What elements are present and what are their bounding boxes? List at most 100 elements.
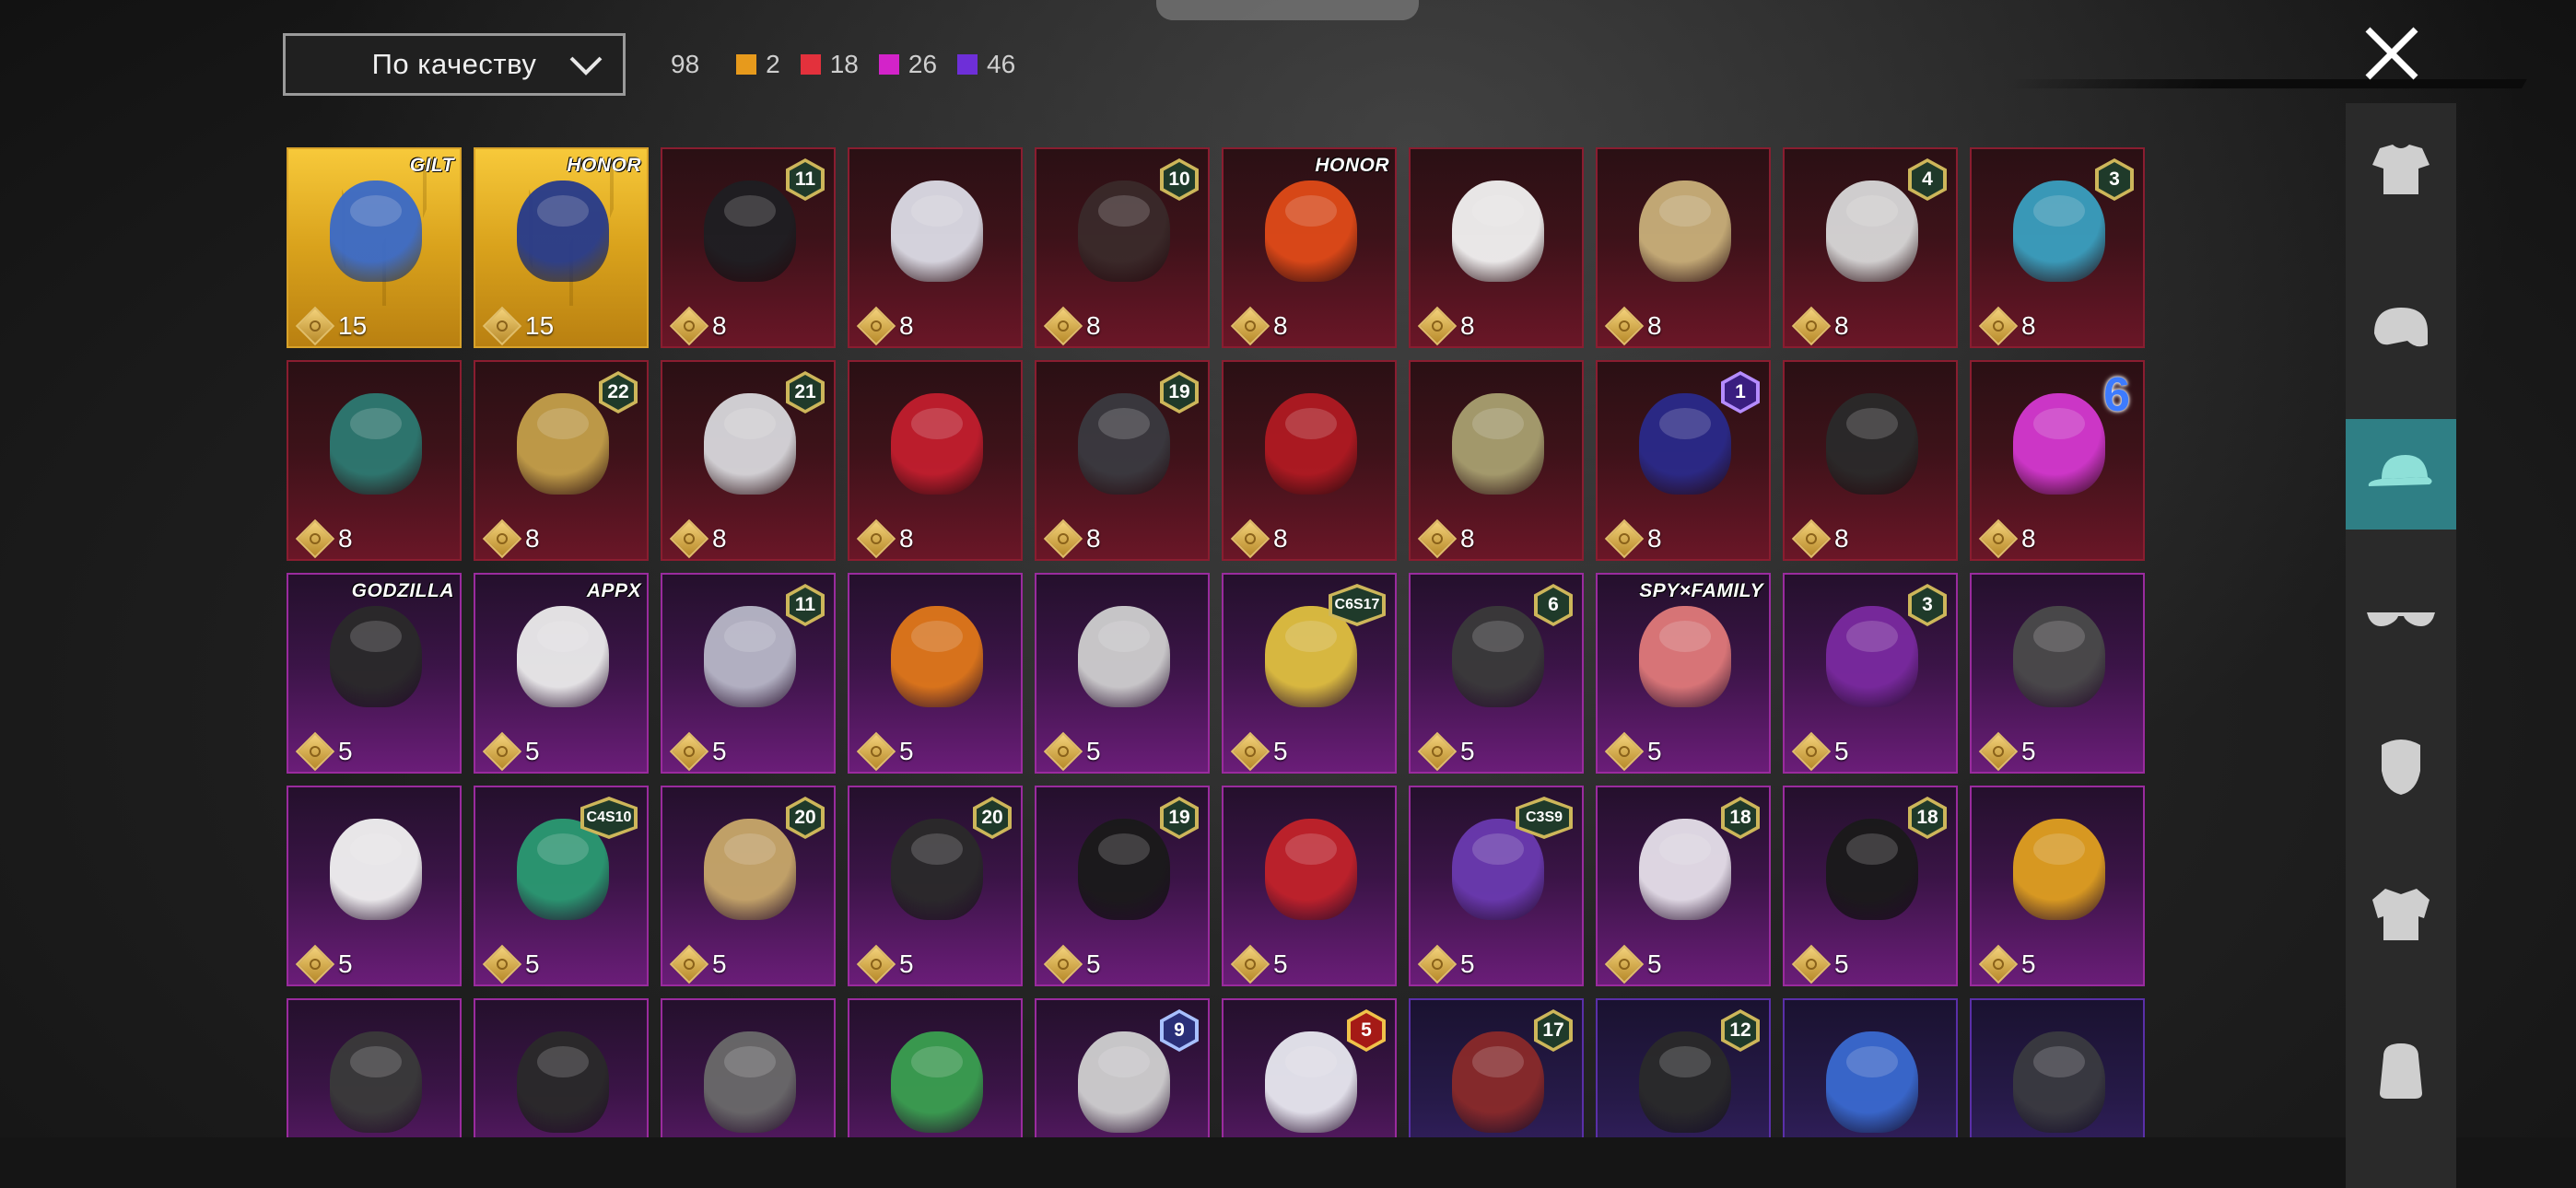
item-card[interactable]: 8 xyxy=(1222,360,1397,561)
item-card[interactable]: 8 xyxy=(1409,360,1584,561)
sort-dropdown[interactable]: По качеству xyxy=(283,33,626,96)
item-card[interactable]: 8 xyxy=(1596,147,1771,348)
item-card[interactable]: 21 8 xyxy=(661,360,836,561)
coin-icon xyxy=(1604,306,1645,346)
item-card[interactable] xyxy=(474,998,649,1137)
sidebar-item-glasses[interactable] xyxy=(2346,564,2456,674)
item-card[interactable]: HONOR 8 xyxy=(1222,147,1397,348)
item-card[interactable] xyxy=(1970,998,2145,1137)
item-card[interactable]: 19 8 xyxy=(1035,360,1210,561)
item-card[interactable]: 11 8 xyxy=(661,147,836,348)
item-card[interactable]: 8 xyxy=(848,147,1023,348)
item-card[interactable]: 5 xyxy=(287,786,462,986)
item-image xyxy=(517,1031,609,1133)
season-badge: 17 xyxy=(1534,1009,1573,1052)
item-price-value: 8 xyxy=(1086,311,1101,340)
item-price: 5 xyxy=(1417,731,1475,772)
coin-icon xyxy=(856,731,896,772)
item-card[interactable]: 5 xyxy=(1222,786,1397,986)
item-card[interactable]: 5 xyxy=(1970,786,2145,986)
item-image xyxy=(891,606,983,707)
sidebar-item-jacket[interactable] xyxy=(2346,858,2456,969)
item-card[interactable]: 8 xyxy=(848,360,1023,561)
item-card[interactable]: 5 xyxy=(848,573,1023,774)
item-card[interactable]: HONOR 15 xyxy=(474,147,649,348)
coin-icon xyxy=(1978,944,2019,984)
season-badge: 22 xyxy=(599,371,638,413)
item-image xyxy=(891,393,983,495)
item-card[interactable]: 5 xyxy=(1035,573,1210,774)
total-count: 98 xyxy=(671,50,700,78)
item-card[interactable]: C6S17 5 xyxy=(1222,573,1397,774)
coin-icon xyxy=(1417,518,1458,559)
item-card[interactable]: 9 xyxy=(1035,998,1210,1137)
item-card[interactable]: APPX 5 xyxy=(474,573,649,774)
item-card[interactable] xyxy=(287,998,462,1137)
item-card[interactable] xyxy=(1783,998,1958,1137)
item-card[interactable]: 22 8 xyxy=(474,360,649,561)
item-card[interactable]: 18 5 xyxy=(1596,786,1771,986)
season-badge-label: 4 xyxy=(1912,162,1943,197)
item-image xyxy=(704,606,796,707)
item-card[interactable]: 18 xyxy=(1596,360,1771,561)
item-card[interactable]: 20 5 xyxy=(848,786,1023,986)
item-price: 8 xyxy=(1791,518,1849,559)
season-badge: 11 xyxy=(786,158,825,201)
item-card[interactable]: GILT 15 xyxy=(287,147,462,348)
item-price-value: 8 xyxy=(1086,524,1101,553)
item-card[interactable]: 20 5 xyxy=(661,786,836,986)
item-card[interactable]: 19 5 xyxy=(1035,786,1210,986)
item-price-value: 8 xyxy=(899,524,914,553)
sidebar-item-backpack[interactable] xyxy=(2346,1015,2456,1125)
item-price-value: 5 xyxy=(1647,949,1662,978)
close-icon[interactable] xyxy=(2359,20,2425,87)
item-price: 5 xyxy=(482,944,540,984)
item-card[interactable]: 12 xyxy=(1596,998,1771,1137)
item-image xyxy=(1639,393,1731,495)
brand-logo: GILT xyxy=(409,155,454,176)
item-card[interactable]: GODZILLA 5 xyxy=(287,573,462,774)
item-image xyxy=(1639,181,1731,282)
item-price-value: 15 xyxy=(338,311,368,340)
season-badge-label: C4S10 xyxy=(584,800,634,835)
season-badge-label: 3 xyxy=(2099,162,2130,197)
item-price: 15 xyxy=(295,306,368,346)
sidebar-item-helmet[interactable] xyxy=(2346,274,2456,384)
item-card[interactable]: 68 xyxy=(1970,360,2145,561)
item-price: 8 xyxy=(669,518,727,559)
coin-icon xyxy=(669,518,709,559)
item-card[interactable]: 38 xyxy=(1970,147,2145,348)
item-price: 8 xyxy=(1417,306,1475,346)
item-card[interactable]: 8 xyxy=(1409,147,1584,348)
season-badge-label: 22 xyxy=(603,375,634,410)
sidebar-item-outfit[interactable] xyxy=(2346,116,2456,227)
item-image xyxy=(1826,606,1918,707)
item-card[interactable]: SPY×FAMILY 5 xyxy=(1596,573,1771,774)
drawer-handle[interactable] xyxy=(1156,0,1419,20)
item-card[interactable]: 35 xyxy=(1783,573,1958,774)
item-card[interactable]: 10 8 xyxy=(1035,147,1210,348)
item-card[interactable]: 8 xyxy=(1783,360,1958,561)
season-badge: 18 xyxy=(1908,797,1947,839)
item-card[interactable]: 48 xyxy=(1783,147,1958,348)
item-price-value: 8 xyxy=(1834,311,1849,340)
item-card[interactable]: C4S10 5 xyxy=(474,786,649,986)
coin-icon xyxy=(1417,731,1458,772)
item-price-value: 5 xyxy=(1086,737,1101,765)
item-card[interactable]: 65 xyxy=(1409,573,1584,774)
item-card[interactable]: 18 5 xyxy=(1783,786,1958,986)
item-card[interactable]: 17 xyxy=(1409,998,1584,1137)
item-card[interactable] xyxy=(848,998,1023,1137)
item-card[interactable] xyxy=(661,998,836,1137)
item-image xyxy=(330,181,422,282)
item-card[interactable]: 8 xyxy=(287,360,462,561)
sidebar-item-cap[interactable] xyxy=(2346,419,2456,530)
item-card[interactable]: 5 xyxy=(1970,573,2145,774)
item-card[interactable]: 11 5 xyxy=(661,573,836,774)
item-price-value: 8 xyxy=(2021,311,2036,340)
item-card[interactable]: C3S9 5 xyxy=(1409,786,1584,986)
coin-icon xyxy=(1978,518,2019,559)
sidebar-item-mask[interactable] xyxy=(2346,711,2456,821)
item-card[interactable]: 5 xyxy=(1222,998,1397,1137)
rarity-swatch xyxy=(736,54,757,75)
